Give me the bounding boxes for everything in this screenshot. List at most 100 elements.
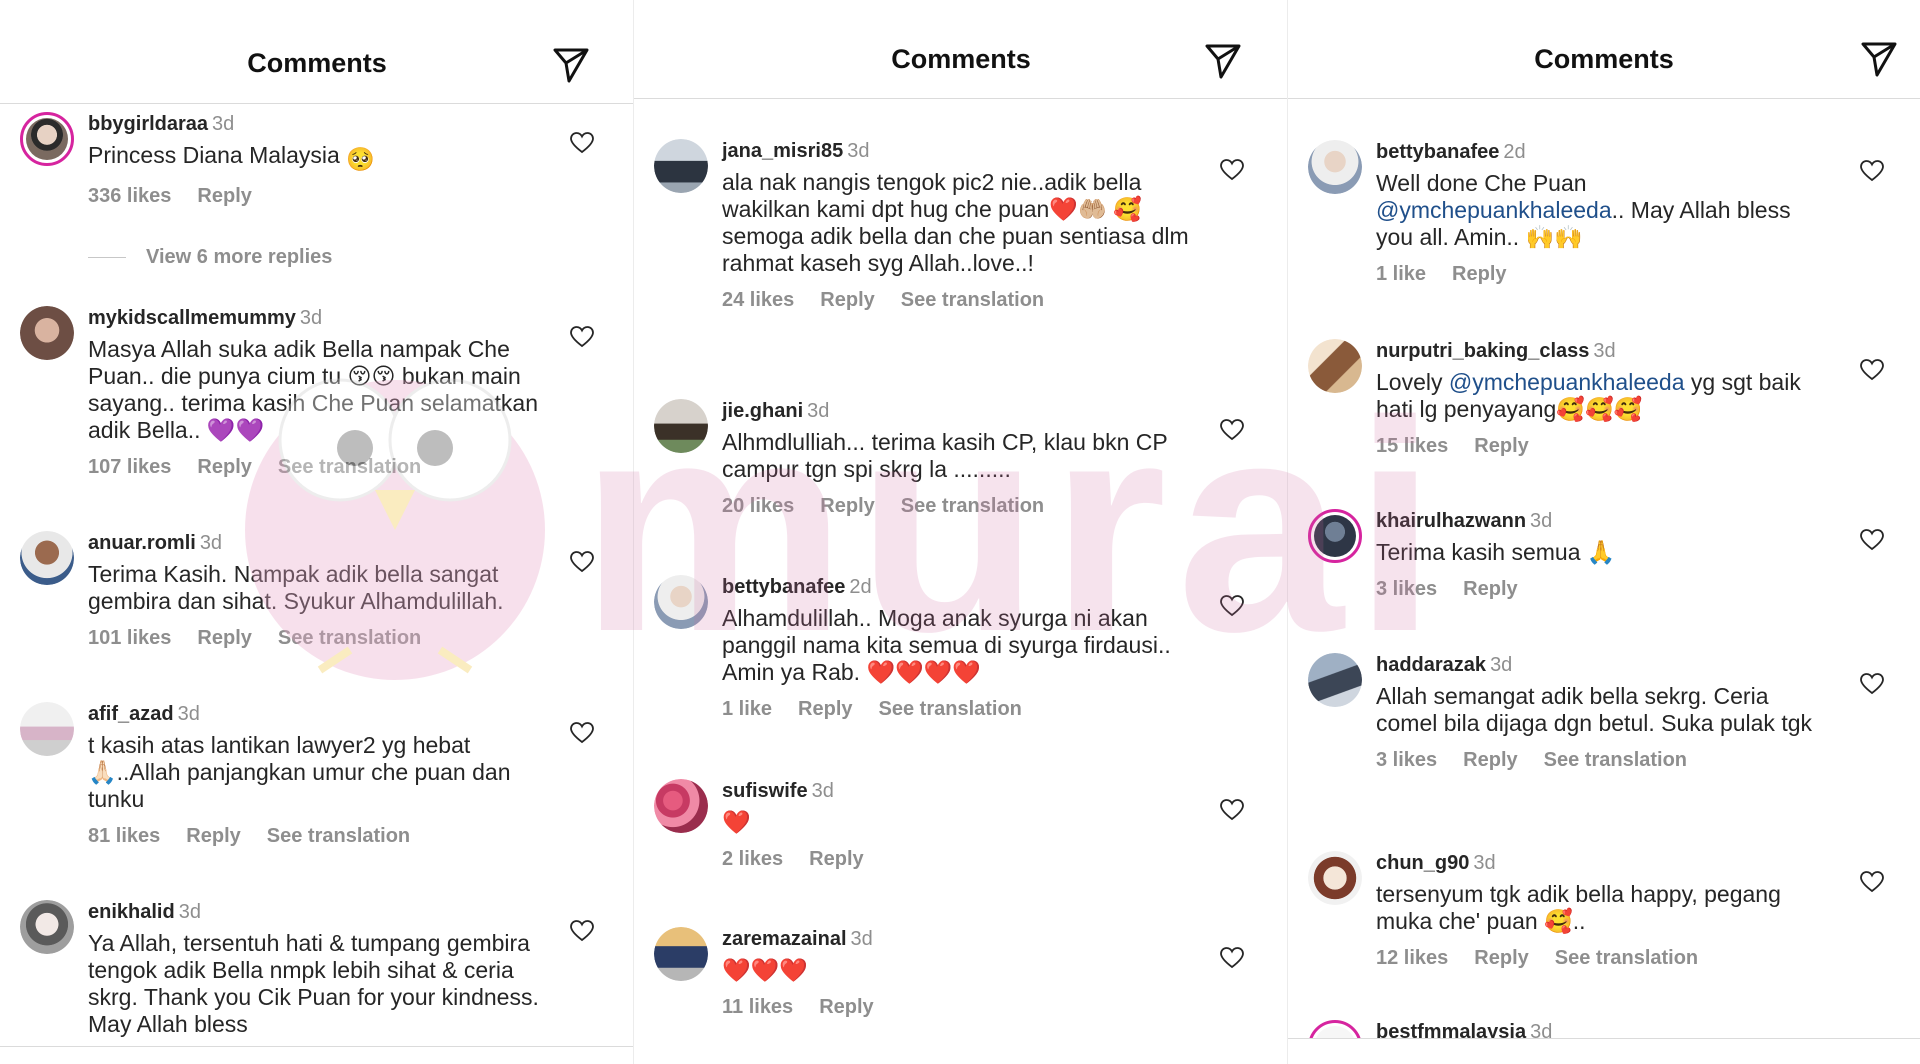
reply-button[interactable]: Reply <box>820 495 874 517</box>
comment-username[interactable]: mykidscallmemummy <box>88 307 296 329</box>
send-icon[interactable] <box>552 46 590 84</box>
likes-count[interactable]: 12 likes <box>1376 947 1448 969</box>
likes-count[interactable]: 20 likes <box>722 495 794 517</box>
reply-button[interactable]: Reply <box>819 996 873 1018</box>
reply-button[interactable]: Reply <box>1474 947 1528 969</box>
heart-icon[interactable] <box>570 551 594 573</box>
avatar[interactable] <box>654 575 708 629</box>
avatar[interactable] <box>20 306 74 360</box>
reply-button[interactable]: Reply <box>809 848 863 870</box>
comment-username[interactable]: bbygirldaraa <box>88 113 208 135</box>
see-translation-button[interactable]: See translation <box>901 495 1044 517</box>
heart-icon[interactable] <box>570 132 594 154</box>
heart-icon[interactable] <box>1220 595 1244 617</box>
likes-count[interactable]: 3 likes <box>1376 578 1437 600</box>
heart-icon[interactable] <box>1860 529 1884 551</box>
comment-username[interactable]: jana_misri85 <box>722 140 843 162</box>
heart-icon[interactable] <box>1220 159 1244 181</box>
likes-count[interactable]: 1 like <box>1376 263 1426 285</box>
comment-text: Alhamdulillah.. Moga anak syurga ni akan… <box>722 605 1171 685</box>
comment-username[interactable]: jie.ghani <box>722 400 803 422</box>
see-translation-button[interactable]: See translation <box>267 825 410 847</box>
avatar[interactable] <box>20 112 74 166</box>
comment-text: Terima Kasih. Nampak adik bella sangat g… <box>88 561 504 614</box>
avatar[interactable] <box>654 927 708 981</box>
reply-button[interactable]: Reply <box>1474 435 1528 457</box>
comment-username[interactable]: chun_g90 <box>1376 852 1469 874</box>
mention-link[interactable]: @ymchepuankhaleeda <box>1376 197 1612 223</box>
avatar[interactable] <box>654 779 708 833</box>
reply-button[interactable]: Reply <box>1452 263 1506 285</box>
heart-icon[interactable] <box>1220 947 1244 969</box>
comment-text: tersenyum tgk adik bella happy, pegang m… <box>1376 881 1781 934</box>
reply-button[interactable]: Reply <box>798 698 852 720</box>
heart-icon[interactable] <box>1860 871 1884 893</box>
avatar[interactable] <box>654 399 708 453</box>
see-translation-button[interactable]: See translation <box>278 456 421 478</box>
see-translation-button[interactable]: See translation <box>278 627 421 649</box>
avatar[interactable] <box>1308 339 1362 393</box>
likes-count[interactable]: 15 likes <box>1376 435 1448 457</box>
comment-username[interactable]: khairulhazwann <box>1376 510 1526 532</box>
comment-username[interactable]: zaremazainal <box>722 928 847 950</box>
likes-count[interactable]: 107 likes <box>88 456 171 478</box>
likes-count[interactable]: 1 like <box>722 698 772 720</box>
bottom-divider <box>0 1046 634 1047</box>
comment-text: t kasih atas lantikan lawyer2 yg hebat 🙏… <box>88 732 511 812</box>
reply-button[interactable]: Reply <box>820 289 874 311</box>
page-title: Comments <box>891 44 1031 74</box>
comment-username[interactable]: bettybanafee <box>1376 141 1499 163</box>
send-icon[interactable] <box>1204 42 1242 80</box>
comment-text: Lovely <box>1376 369 1449 395</box>
reply-button[interactable]: Reply <box>186 825 240 847</box>
comment-username[interactable]: anuar.romli <box>88 532 196 554</box>
comment-text: Allah semangat adik bella sekrg. Ceria c… <box>1376 683 1813 736</box>
heart-icon[interactable] <box>570 326 594 348</box>
view-more-replies-button[interactable]: View 6 more replies <box>88 246 332 269</box>
avatar[interactable] <box>654 139 708 193</box>
reply-button[interactable]: Reply <box>197 185 251 207</box>
comment-username[interactable]: nurputri_baking_class <box>1376 340 1589 362</box>
avatar[interactable] <box>20 900 74 954</box>
likes-count[interactable]: 2 likes <box>722 848 783 870</box>
likes-count[interactable]: 3 likes <box>1376 749 1437 771</box>
heart-icon[interactable] <box>1220 799 1244 821</box>
avatar[interactable] <box>1308 851 1362 905</box>
reply-button[interactable]: Reply <box>1463 749 1517 771</box>
heart-icon[interactable] <box>1860 673 1884 695</box>
likes-count[interactable]: 81 likes <box>88 825 160 847</box>
comment-text: Masya Allah suka adik Bella nampak Che P… <box>88 336 539 443</box>
reply-button[interactable]: Reply <box>197 627 251 649</box>
bottom-divider <box>1288 1038 1920 1064</box>
see-translation-button[interactable]: See translation <box>879 698 1022 720</box>
comment-username[interactable]: bettybanafee <box>722 576 845 598</box>
see-translation-button[interactable]: See translation <box>1555 947 1698 969</box>
likes-count[interactable]: 11 likes <box>722 996 793 1018</box>
avatar[interactable] <box>1308 653 1362 707</box>
see-translation-button[interactable]: See translation <box>1544 749 1687 771</box>
pleading-face-emoji: 🥺 <box>346 146 375 172</box>
reply-button[interactable]: Reply <box>1463 578 1517 600</box>
heart-icon[interactable] <box>570 722 594 744</box>
see-translation-button[interactable]: See translation <box>901 289 1044 311</box>
heart-icon[interactable] <box>1860 359 1884 381</box>
mention-link[interactable]: @ymchepuankhaleeda <box>1449 369 1685 395</box>
reply-button[interactable]: Reply <box>197 456 251 478</box>
comment-username[interactable]: haddarazak <box>1376 654 1486 676</box>
avatar[interactable] <box>1308 140 1362 194</box>
avatar[interactable] <box>1308 509 1362 563</box>
heart-icon[interactable] <box>1860 160 1884 182</box>
avatar[interactable] <box>20 702 74 756</box>
likes-count[interactable]: 101 likes <box>88 627 171 649</box>
comment-username[interactable]: sufiswife <box>722 780 808 802</box>
comment-username[interactable]: enikhalid <box>88 901 175 923</box>
comment-username[interactable]: afif_azad <box>88 703 174 725</box>
likes-count[interactable]: 24 likes <box>722 289 794 311</box>
comment-time: 3d <box>212 113 235 135</box>
heart-icon[interactable] <box>1220 419 1244 441</box>
likes-count[interactable]: 336 likes <box>88 185 171 207</box>
heart-icon[interactable] <box>570 920 594 942</box>
send-icon[interactable] <box>1860 40 1898 78</box>
avatar[interactable] <box>20 531 74 585</box>
comment-time: 3d <box>178 901 201 923</box>
